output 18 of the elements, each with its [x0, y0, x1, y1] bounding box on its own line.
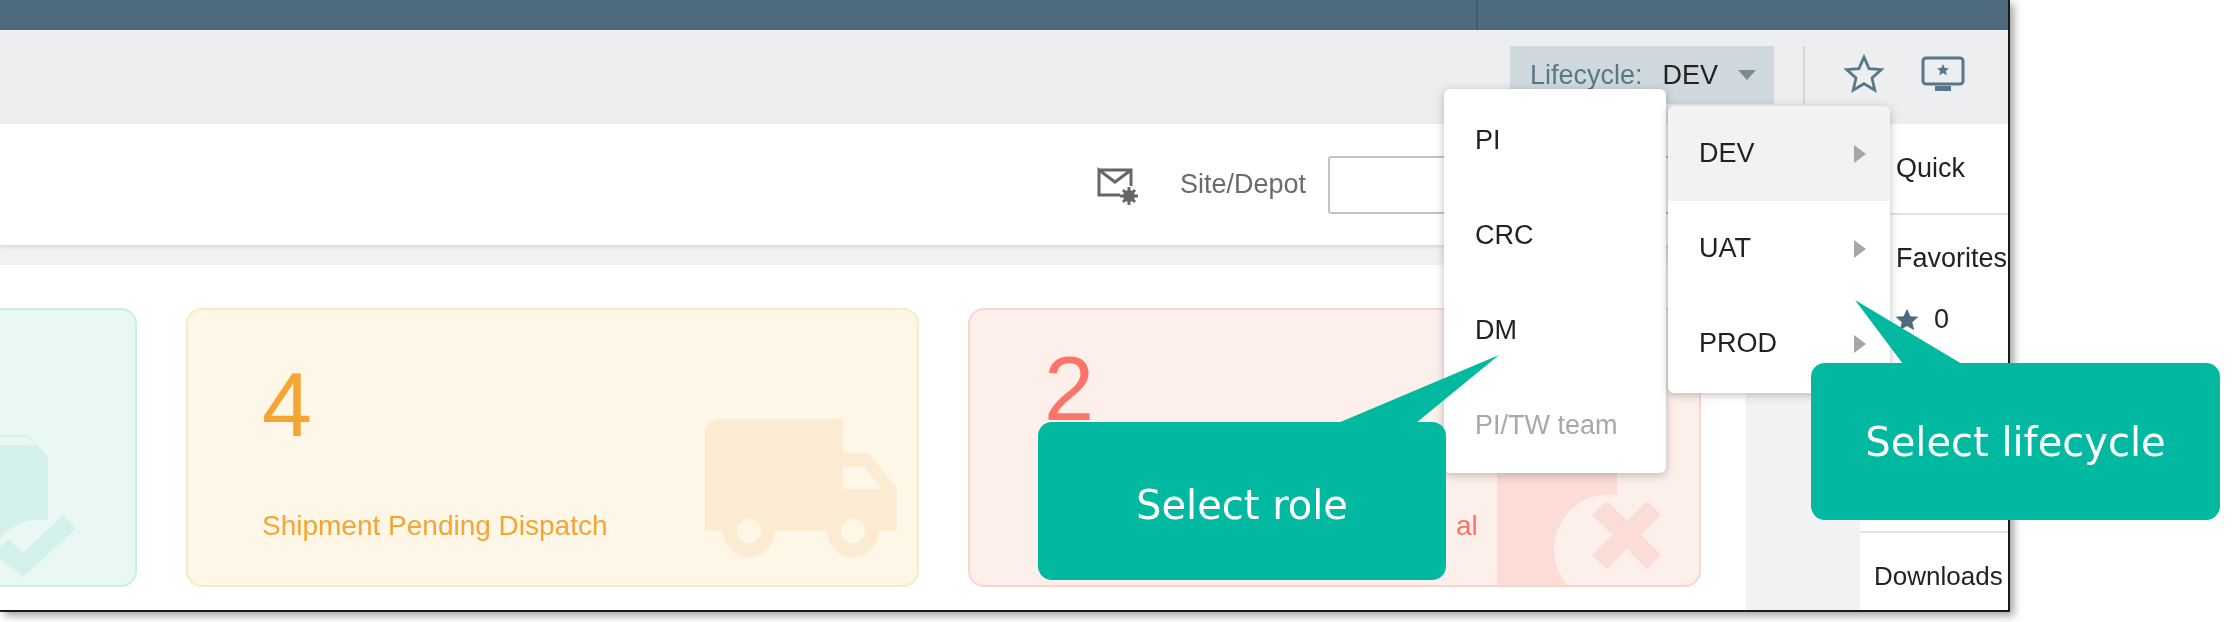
star-icon[interactable]: [1843, 54, 1885, 94]
submenu-arrow-icon: [1854, 144, 1866, 163]
sidebar-link[interactable]: Downloads: [1860, 561, 2003, 592]
menu-item[interactable]: DEV: [1668, 106, 1890, 201]
submenu-arrow-icon: [1854, 334, 1866, 353]
monitor-star-icon[interactable]: [1921, 56, 1965, 92]
callout-text: Select lifecycle: [1865, 418, 2166, 465]
site-depot-label: Site/Depot: [1180, 169, 1307, 200]
card-count: 4: [262, 360, 313, 450]
favorites-count: 0: [1934, 304, 1950, 335]
card-count: 2: [1044, 344, 1095, 434]
card-label: Shipment Pending Dispatch: [262, 510, 608, 541]
menu-item[interactable]: UAT: [1668, 201, 1890, 296]
caret-icon: [1738, 70, 1756, 80]
card-label: al: [1456, 510, 1478, 541]
submenu-arrow-icon: [1854, 239, 1866, 258]
menu-item[interactable]: CRC: [1444, 188, 1666, 283]
callout-text: Select role: [1136, 482, 1348, 528]
